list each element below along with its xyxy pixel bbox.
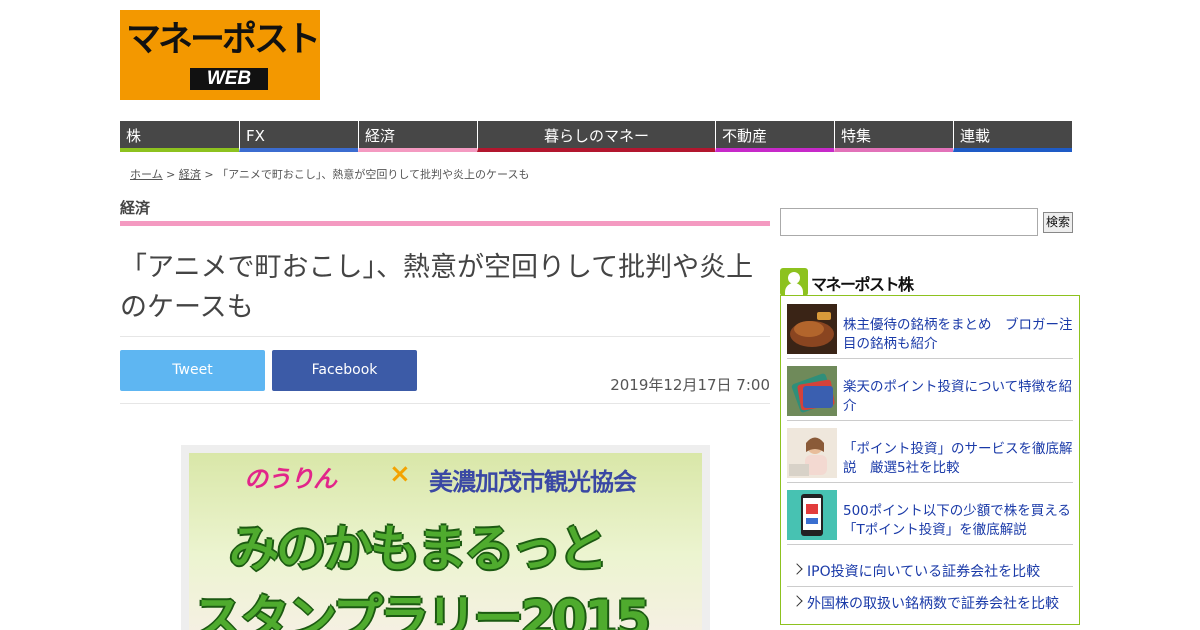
sidebar-link-text: IPO投資に向いている証券会社を比較 — [807, 564, 1041, 580]
logo-main-text: マネーポスト — [126, 20, 321, 60]
hero-title-line2: スタンプラリー2015 — [193, 590, 651, 630]
point-card-photo-thumbnail — [787, 366, 837, 416]
smartphone-photo-thumbnail — [787, 490, 837, 540]
sidebar-article-item[interactable]: 楽天のポイント投資について特徴を紹介 — [787, 358, 1073, 421]
nav-item-features[interactable]: 特集 — [834, 121, 953, 152]
divider — [120, 336, 770, 337]
hero-brand-nourin: のうりん — [244, 465, 337, 493]
moneypost-kabu-logo-icon — [780, 268, 808, 296]
hero-times-mark: × — [389, 459, 411, 489]
sidebar-article-item[interactable]: 500ポイント以下の少額で株を買える「Tポイント投資」を徹底解説 — [787, 482, 1073, 545]
article-title: 「アニメで町おこし」、熱意が空回りして批判や炎上のケースも — [120, 252, 754, 323]
sidebar-link-item[interactable]: 外国株の取扱い銘柄数で証券会社を比較 — [787, 587, 1073, 618]
sidebar-article-title: 株主優待の銘柄をまとめ ブロガー注目の銘柄も紹介 — [843, 317, 1073, 352]
tweet-button[interactable]: Tweet — [120, 350, 265, 391]
sidebar-article-item[interactable]: 株主優待の銘柄をまとめ ブロガー注目の銘柄も紹介 — [787, 296, 1073, 359]
publish-date: 2019年12月17日 7:00 — [610, 376, 770, 394]
facebook-share-button[interactable]: Facebook — [272, 350, 417, 391]
divider — [120, 403, 770, 404]
sidebar-article-title: 「ポイント投資」のサービスを徹底解説 厳選5社を比較 — [843, 441, 1073, 476]
nav-item-fx[interactable]: FX — [239, 121, 358, 152]
sidebar-link-text: 外国株の取扱い銘柄数で証券会社を比較 — [807, 596, 1059, 612]
sidebar-link-item[interactable]: IPO投資に向いている証券会社を比較 — [787, 555, 1073, 587]
sidebar-article-list: 株主優待の銘柄をまとめ ブロガー注目の銘柄も紹介 楽天のポイント投資について特徴… — [780, 295, 1080, 625]
search-input[interactable] — [780, 208, 1038, 236]
breadcrumb-section-link[interactable]: 経済 — [179, 168, 201, 181]
article-hero-image: のうりん × 美濃加茂市観光協会 みのかもまるっと スタンプラリー2015 — [181, 445, 710, 630]
breadcrumb-current: 「アニメで町おこし」、熱意が空回りして批判や炎上のケースも — [217, 168, 530, 181]
chevron-right-icon — [791, 563, 803, 575]
sidebar-article-item[interactable]: 「ポイント投資」のサービスを徹底解説 厳選5社を比較 — [787, 420, 1073, 483]
sidebar-article-title: 500ポイント以下の少額で株を買える「Tポイント投資」を徹底解説 — [843, 503, 1071, 538]
breadcrumb-home-link[interactable]: ホーム — [130, 168, 163, 181]
breadcrumb-separator: > — [162, 168, 179, 181]
nav-item-stocks[interactable]: 株 — [120, 121, 239, 152]
hero-title-line1: みのかもまるっと — [229, 520, 608, 578]
nav-item-real-estate[interactable]: 不動産 — [715, 121, 834, 152]
breadcrumb: ホーム > 経済 > 「アニメで町おこし」、熱意が空回りして批判や炎上のケースも — [130, 166, 530, 182]
woman-photo-thumbnail — [787, 428, 837, 478]
sidebar-article-title: 楽天のポイント投資について特徴を紹介 — [843, 379, 1073, 414]
hero-image-poster: のうりん × 美濃加茂市観光協会 みのかもまるっと スタンプラリー2015 — [189, 453, 702, 630]
breadcrumb-separator: > — [200, 168, 218, 181]
chevron-right-icon — [791, 595, 803, 607]
logo-sub-text: WEB — [190, 68, 268, 90]
nav-item-living-money[interactable]: 暮らしのマネー — [477, 121, 715, 152]
section-divider — [120, 221, 770, 226]
site-logo[interactable]: マネーポスト WEB — [120, 10, 321, 100]
section-label: 経済 — [120, 199, 151, 217]
nav-item-economy[interactable]: 経済 — [358, 121, 477, 152]
hero-brand-tourism-association: 美濃加茂市観光協会 — [429, 468, 637, 496]
moneypost-kabu-header[interactable]: マネーポスト株 — [780, 266, 1080, 296]
moneypost-kabu-title: マネーポスト株 — [811, 275, 914, 294]
main-nav: 株 FX 経済 暮らしのマネー 不動産 特集 連載 — [120, 121, 1072, 156]
nav-item-series[interactable]: 連載 — [953, 121, 1072, 152]
food-photo-thumbnail — [787, 304, 837, 354]
search-button[interactable]: 検索 — [1043, 212, 1073, 233]
